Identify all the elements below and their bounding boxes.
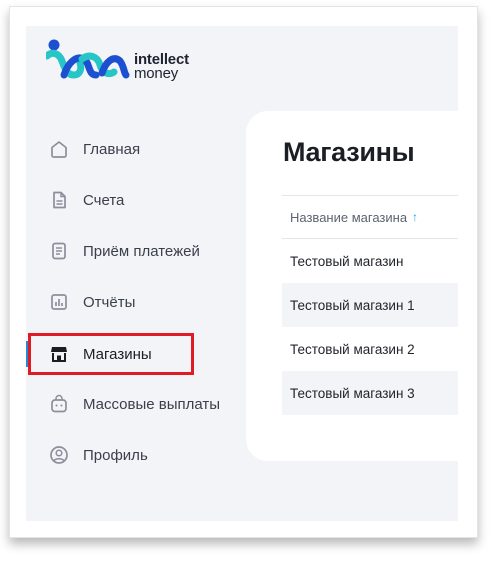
sidebar-item-label: Профиль bbox=[83, 446, 148, 464]
column-header-store-name[interactable]: Название магазина ↑ bbox=[282, 195, 458, 239]
intellect-money-logo-icon bbox=[46, 39, 130, 79]
app-window: intellect money Главная Счета Приём плат… bbox=[26, 26, 458, 521]
annotation-highlight-box bbox=[28, 333, 194, 375]
table-row[interactable]: Тестовый магазин 2 bbox=[282, 327, 458, 371]
sidebar-item-label: Приём платежей bbox=[83, 242, 200, 260]
page-title: Магазины bbox=[283, 137, 415, 167]
sort-ascending-icon: ↑ bbox=[412, 210, 419, 224]
profile-icon bbox=[48, 444, 70, 466]
sidebar-item-invoices[interactable]: Счета bbox=[48, 185, 124, 215]
store-name: Тестовый магазин 3 bbox=[290, 385, 415, 401]
table-row[interactable]: Тестовый магазин 1 bbox=[282, 283, 458, 327]
report-chart-icon bbox=[48, 291, 70, 313]
sidebar-item-payments[interactable]: Приём платежей bbox=[48, 236, 200, 266]
sidebar-item-label: Главная bbox=[83, 140, 141, 158]
brand-wordmark: intellect money bbox=[134, 52, 189, 82]
brand-line-2: money bbox=[134, 65, 179, 82]
column-header-label: Название магазина bbox=[290, 209, 408, 225]
store-name: Тестовый магазин bbox=[290, 253, 404, 269]
document-icon bbox=[48, 189, 70, 211]
content-panel: Магазины Название магазина ↑ Тестовый ма… bbox=[246, 111, 458, 461]
table-row[interactable]: Тестовый магазин 3 bbox=[282, 371, 458, 415]
sidebar-item-reports[interactable]: Отчёты bbox=[48, 287, 135, 317]
home-icon bbox=[48, 138, 70, 160]
payment-receipt-icon bbox=[48, 240, 70, 262]
store-name: Тестовый магазин 2 bbox=[290, 341, 415, 357]
stores-table: Название магазина ↑ Тестовый магазин Тес… bbox=[282, 195, 458, 415]
store-name: Тестовый магазин 1 bbox=[290, 297, 415, 313]
sidebar-item-label: Массовые выплаты bbox=[83, 395, 221, 413]
sidebar-item-mass-payouts[interactable]: Массовые выплаты bbox=[48, 389, 220, 419]
bag-icon bbox=[48, 393, 70, 415]
table-row[interactable]: Тестовый магазин bbox=[282, 239, 458, 283]
sidebar-item-label: Отчёты bbox=[83, 293, 136, 311]
sidebar-item-label: Счета bbox=[83, 191, 125, 209]
sidebar-item-home[interactable]: Главная bbox=[48, 134, 140, 164]
sidebar-item-profile[interactable]: Профиль bbox=[48, 440, 148, 470]
